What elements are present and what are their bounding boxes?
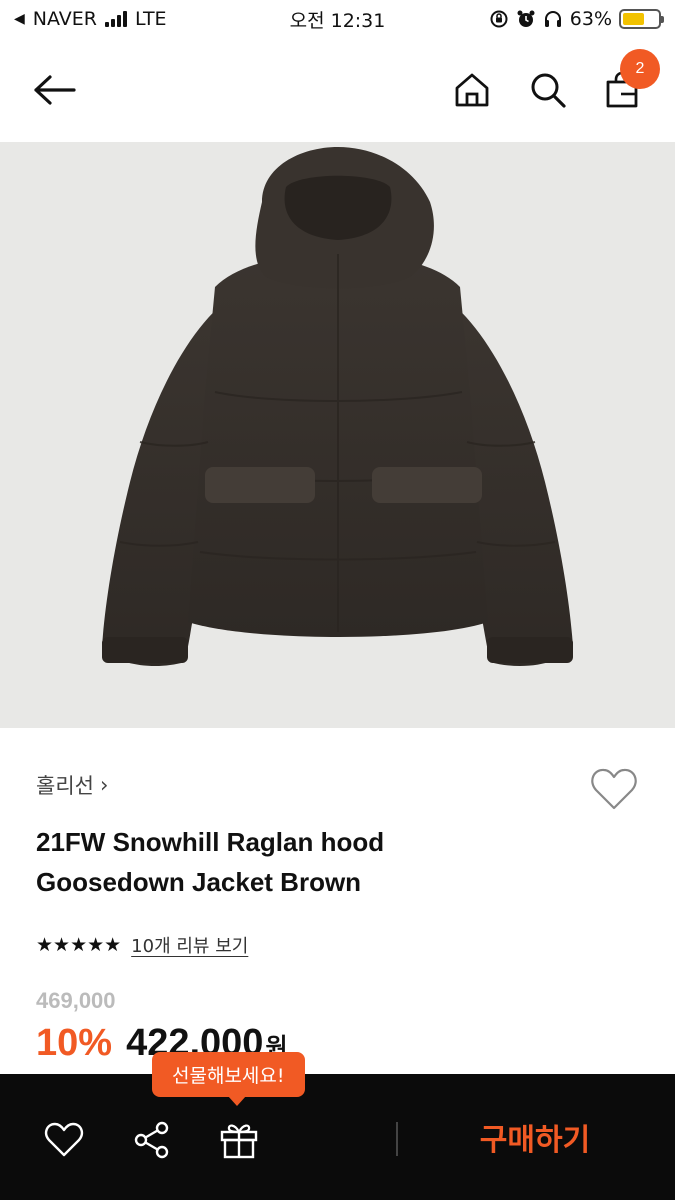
status-left: ◀ NAVER LTE xyxy=(14,8,167,30)
heart-outline-icon xyxy=(591,768,637,810)
original-price: 469,000 xyxy=(36,988,116,1013)
battery-fill xyxy=(623,13,645,25)
share-icon xyxy=(134,1121,169,1159)
review-link[interactable]: 10개 리뷰 보기 xyxy=(131,932,248,958)
carrier-label: NAVER xyxy=(32,8,97,30)
alarm-icon xyxy=(517,10,535,27)
arrow-left-icon xyxy=(34,75,76,105)
rotation-lock-icon xyxy=(490,10,508,28)
cart-count-badge: 2 xyxy=(620,49,660,89)
battery-icon xyxy=(619,9,664,29)
like-button[interactable] xyxy=(40,1116,88,1164)
buy-button[interactable]: 구매하기 xyxy=(430,1110,640,1164)
search-icon xyxy=(531,73,566,108)
jacket-photo xyxy=(102,147,573,667)
product-title: 21FW Snowhill Raglan hood Goosedown Jack… xyxy=(36,822,596,902)
bottom-action-bar: 구매하기 xyxy=(0,1074,675,1200)
back-button[interactable] xyxy=(26,64,82,116)
gift-tooltip[interactable]: 선물해보세요! xyxy=(152,1052,305,1106)
home-button[interactable] xyxy=(448,64,496,116)
gift-icon xyxy=(220,1124,258,1159)
share-button[interactable] xyxy=(128,1116,176,1164)
product-title-line-1: 21FW Snowhill Raglan hood xyxy=(36,827,385,857)
network-label: LTE xyxy=(134,8,167,30)
product-title-line-2: Goosedown Jacket Brown xyxy=(36,867,362,897)
battery-percent: 63% xyxy=(569,8,612,30)
product-image[interactable] xyxy=(0,142,675,728)
signal-icon xyxy=(104,11,127,27)
wishlist-button[interactable] xyxy=(590,766,638,812)
headphones-icon xyxy=(544,11,561,27)
home-icon xyxy=(455,73,489,107)
rating-row: ★★★★★ 10개 리뷰 보기 xyxy=(36,932,248,958)
app-header: 2 xyxy=(0,38,675,142)
gift-button[interactable] xyxy=(215,1116,263,1164)
status-right: 63% xyxy=(489,8,664,30)
chevron-right-icon: › xyxy=(99,773,109,797)
status-bar: ◀ NAVER LTE 오전 12:31 63% xyxy=(0,0,675,38)
bar-divider xyxy=(396,1122,398,1156)
back-to-app-icon[interactable]: ◀ xyxy=(14,11,25,27)
rating-stars: ★★★★★ xyxy=(36,934,122,956)
search-button[interactable] xyxy=(524,64,572,116)
brand-link[interactable]: 홀리선 › xyxy=(36,770,108,800)
heart-outline-icon xyxy=(44,1122,84,1157)
discount-rate: 10% xyxy=(36,1022,113,1064)
brand-name: 홀리선 xyxy=(36,774,94,798)
